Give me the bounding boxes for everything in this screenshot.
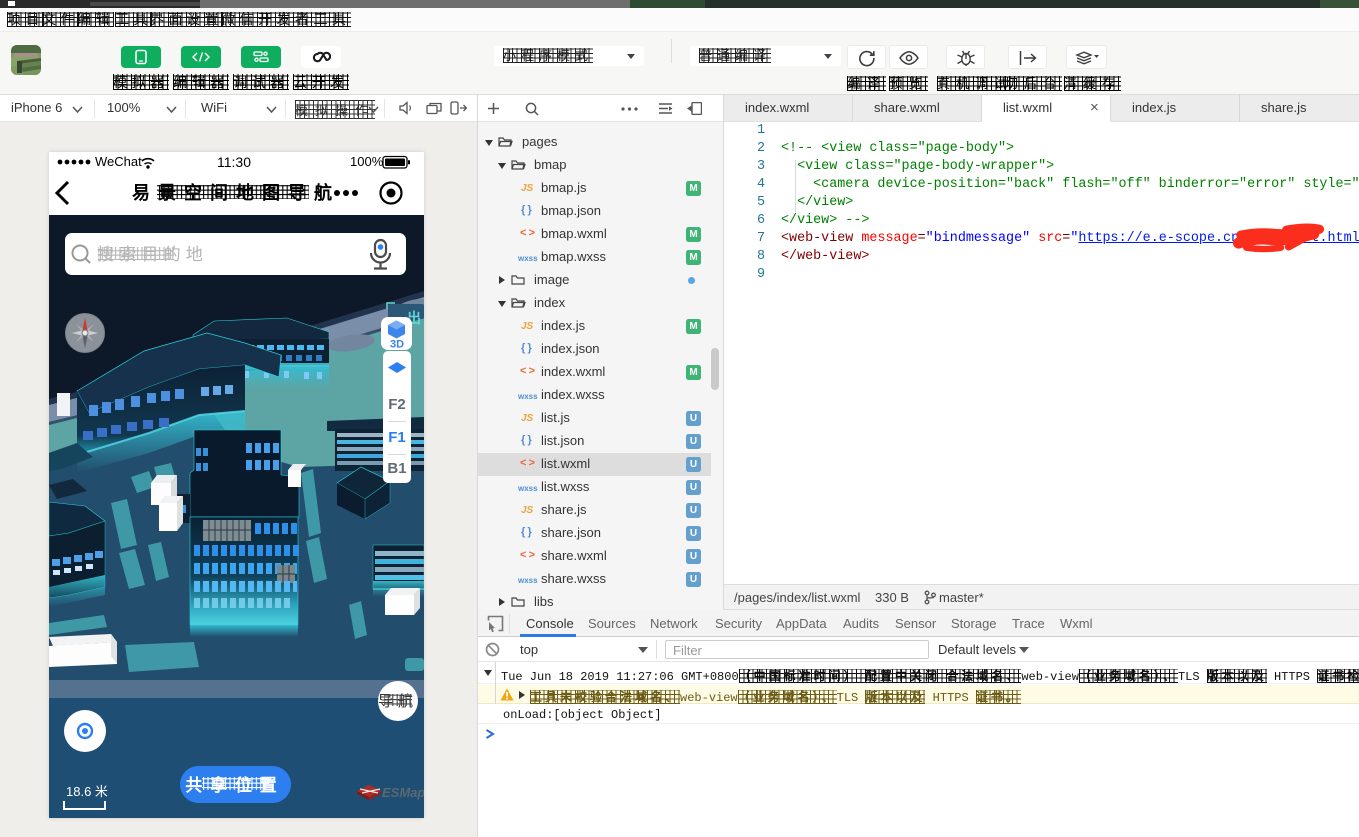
svg-text:11:30: 11:30 (217, 154, 251, 170)
svg-text:18.6 米: 18.6 米 (66, 784, 108, 799)
svg-text:F2: F2 (388, 396, 406, 413)
svg-text:3D: 3D (390, 339, 404, 351)
svg-text:ESMap: ESMap (382, 785, 424, 800)
svg-text:B1: B1 (387, 460, 406, 477)
svg-text:100%: 100% (350, 154, 384, 169)
svg-text:F1: F1 (388, 429, 406, 446)
svg-text:WeChat: WeChat (95, 154, 142, 169)
